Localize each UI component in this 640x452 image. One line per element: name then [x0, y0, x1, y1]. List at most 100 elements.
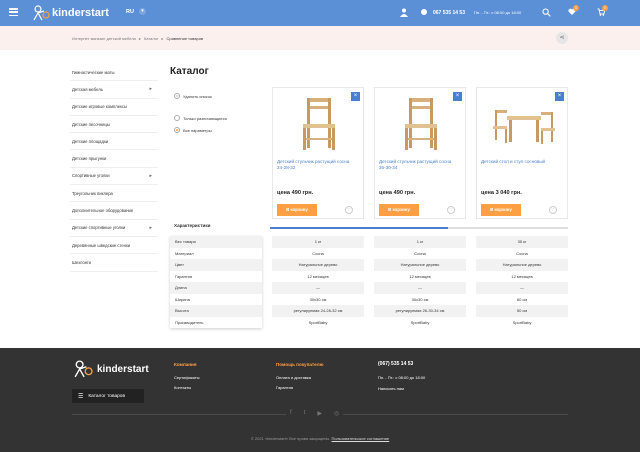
all-params-radio[interactable]: Все параметры: [174, 127, 212, 133]
remove-product-button[interactable]: ×: [351, 92, 360, 101]
agreement-link[interactable]: Пользовательское соглашение: [332, 436, 390, 441]
remove-list-button[interactable]: × Удалить список: [174, 93, 212, 99]
sidebar-item-label: Детские спортивные уголки: [72, 225, 126, 231]
remove-product-button[interactable]: ×: [453, 92, 462, 101]
search-icon[interactable]: [542, 8, 551, 17]
add-to-cart-button[interactable]: В корзину: [277, 204, 317, 216]
product-values-column: 1 кг Сосна Натуральное дерево 12 месяцев…: [272, 236, 364, 328]
sidebar-item[interactable]: Детские прыгунки: [70, 150, 158, 168]
attribute-name: Гарантия: [175, 273, 193, 279]
attribute-name: Ширина: [175, 296, 190, 302]
attribute-value: —: [476, 282, 568, 294]
catalog-button[interactable]: ☰ Каталог товаров: [72, 389, 144, 403]
wishlist-icon[interactable]: ♡: [345, 206, 353, 214]
sidebar-item-label: Шезлонги: [72, 259, 91, 265]
footer-link[interactable]: Гарантия: [276, 385, 324, 390]
attribute-value: Натуральное дерево: [272, 259, 364, 271]
attribute-value: Сосна: [516, 250, 528, 256]
close-icon: ×: [174, 93, 180, 99]
scrollbar-thumb[interactable]: [270, 227, 448, 229]
attribute-name: Вес товара: [170, 236, 262, 248]
footer-link[interactable]: Контакты: [174, 385, 200, 390]
header-phone[interactable]: 067 535 14 53: [433, 10, 465, 16]
footer-logo[interactable]: kinderstart: [72, 360, 149, 378]
chevron-right-icon: ▸: [149, 224, 152, 231]
all-params-label: Все параметры: [183, 127, 212, 133]
sidebar-item[interactable]: Детская мебель ▸: [70, 81, 158, 99]
only-diff-radio[interactable]: Только различающиеся: [174, 115, 227, 121]
attribute-name: Длина: [170, 282, 262, 294]
footer-brand-name: kinderstart: [97, 363, 149, 375]
chevron-down-icon[interactable]: ▾: [139, 8, 146, 15]
wishlist-badge: 0: [573, 5, 579, 11]
share-icon[interactable]: ⋖: [556, 32, 568, 44]
attribute-list: Вес товара Материал Цвет Гарантия Длина …: [170, 236, 262, 328]
add-to-cart-button[interactable]: В корзину: [481, 204, 521, 216]
user-icon[interactable]: [400, 8, 408, 17]
sidebar-item[interactable]: Детские игровые комплексы: [70, 99, 158, 116]
attribute-value: 1 кг: [374, 236, 466, 248]
breadcrumb: Интернет магазин детской мебели ▸ Катало…: [72, 36, 203, 41]
sidebar-item[interactable]: Детские песочницы: [70, 116, 158, 134]
sidebar-item[interactable]: Дополнительное оборудование: [70, 202, 158, 220]
footer-link[interactable]: Оплата и доставка: [276, 375, 324, 380]
attribute-value: —: [374, 282, 466, 294]
sidebar-item-label: Деревянные шведские стенки: [72, 242, 131, 248]
attribute-value: 60 см: [516, 296, 528, 302]
product-name[interactable]: Детский стол и стул сосновый: [481, 159, 561, 165]
wishlist-icon[interactable]: ♡: [447, 206, 455, 214]
sidebar-item[interactable]: Детские спортивные уголки ▸: [70, 220, 158, 237]
sidebar-item[interactable]: Треугольник пиклера: [70, 185, 158, 203]
facebook-icon[interactable]: f: [290, 410, 292, 417]
table-set-image[interactable]: [493, 94, 555, 154]
footer-column-help: Помощь покупателю Оплата и доставка Гара…: [276, 362, 324, 395]
attribute-value: 30х30 см: [309, 296, 327, 302]
breadcrumb-separator: ▸: [161, 36, 164, 41]
footer-phone[interactable]: (067) 535 14 53: [378, 361, 413, 367]
sidebar-item[interactable]: Детские площадки: [70, 133, 158, 151]
attribute-value: SportBaby: [512, 319, 532, 325]
instagram-icon[interactable]: ◎: [334, 410, 339, 417]
sidebar-item-label: Детские площадки: [72, 138, 109, 144]
chair-image[interactable]: [289, 94, 349, 154]
attribute-value: 30х30 см: [411, 296, 429, 302]
horizontal-scrollbar[interactable]: [270, 227, 568, 229]
youtube-icon[interactable]: ▶: [317, 410, 322, 417]
sidebar-item-label: Треугольник пиклера: [72, 190, 113, 196]
chair-image[interactable]: [391, 94, 451, 154]
product-price: цена 3 040 грн.: [481, 190, 522, 196]
twitter-icon[interactable]: t: [304, 410, 306, 417]
remove-list-label: Удалить список: [183, 93, 212, 99]
sidebar-item[interactable]: Гимнастические маты: [70, 64, 158, 82]
attribute-name: Производитель: [175, 319, 204, 325]
add-to-cart-button[interactable]: В корзину: [379, 204, 419, 216]
logo[interactable]: kinderstart: [32, 5, 109, 21]
footer-link[interactable]: Сертификаты: [174, 375, 200, 380]
sidebar-item[interactable]: Шезлонги: [70, 254, 158, 272]
attribute-value: Сосна: [414, 250, 426, 256]
cart-badge: 0: [602, 5, 608, 11]
remove-product-button[interactable]: ×: [555, 92, 564, 101]
product-values-column: 35 кг Сосна Натуральное дерево 12 месяце…: [476, 236, 568, 328]
social-links: f t ▶ ◎: [286, 410, 344, 417]
only-diff-label: Только различающиеся: [183, 115, 227, 121]
attribute-value: 1 кг: [272, 236, 364, 248]
menu-icon[interactable]: [9, 8, 18, 16]
brand-name: kinderstart: [52, 7, 109, 19]
footer-heading: Помощь покупателю: [276, 362, 324, 367]
attribute-value: 12 месяцев: [511, 273, 533, 279]
wishlist-icon[interactable]: ♡: [549, 206, 557, 214]
product-name[interactable]: Детский стульчик растущий сосна 24-28-32: [277, 159, 357, 171]
write-us-link[interactable]: Написать нам: [378, 386, 404, 391]
breadcrumb-catalog[interactable]: Каталог: [144, 36, 159, 41]
product-card: × Детский стульчик растущий сосна 26-30-…: [374, 87, 466, 219]
attribute-value: 35 кг: [476, 236, 568, 248]
radio-icon: [174, 115, 180, 121]
product-name[interactable]: Детский стульчик растущий сосна 26-30-34: [379, 159, 459, 171]
breadcrumb-home[interactable]: Интернет магазин детской мебели: [72, 36, 136, 41]
footer-heading: Компания: [174, 362, 197, 367]
sidebar-item[interactable]: Деревянные шведские стенки: [70, 237, 158, 255]
sidebar-item-label: Детская мебель: [72, 86, 104, 92]
language-selector[interactable]: RU: [126, 9, 134, 15]
sidebar-item[interactable]: Спортивные уголки ▸: [70, 168, 158, 186]
